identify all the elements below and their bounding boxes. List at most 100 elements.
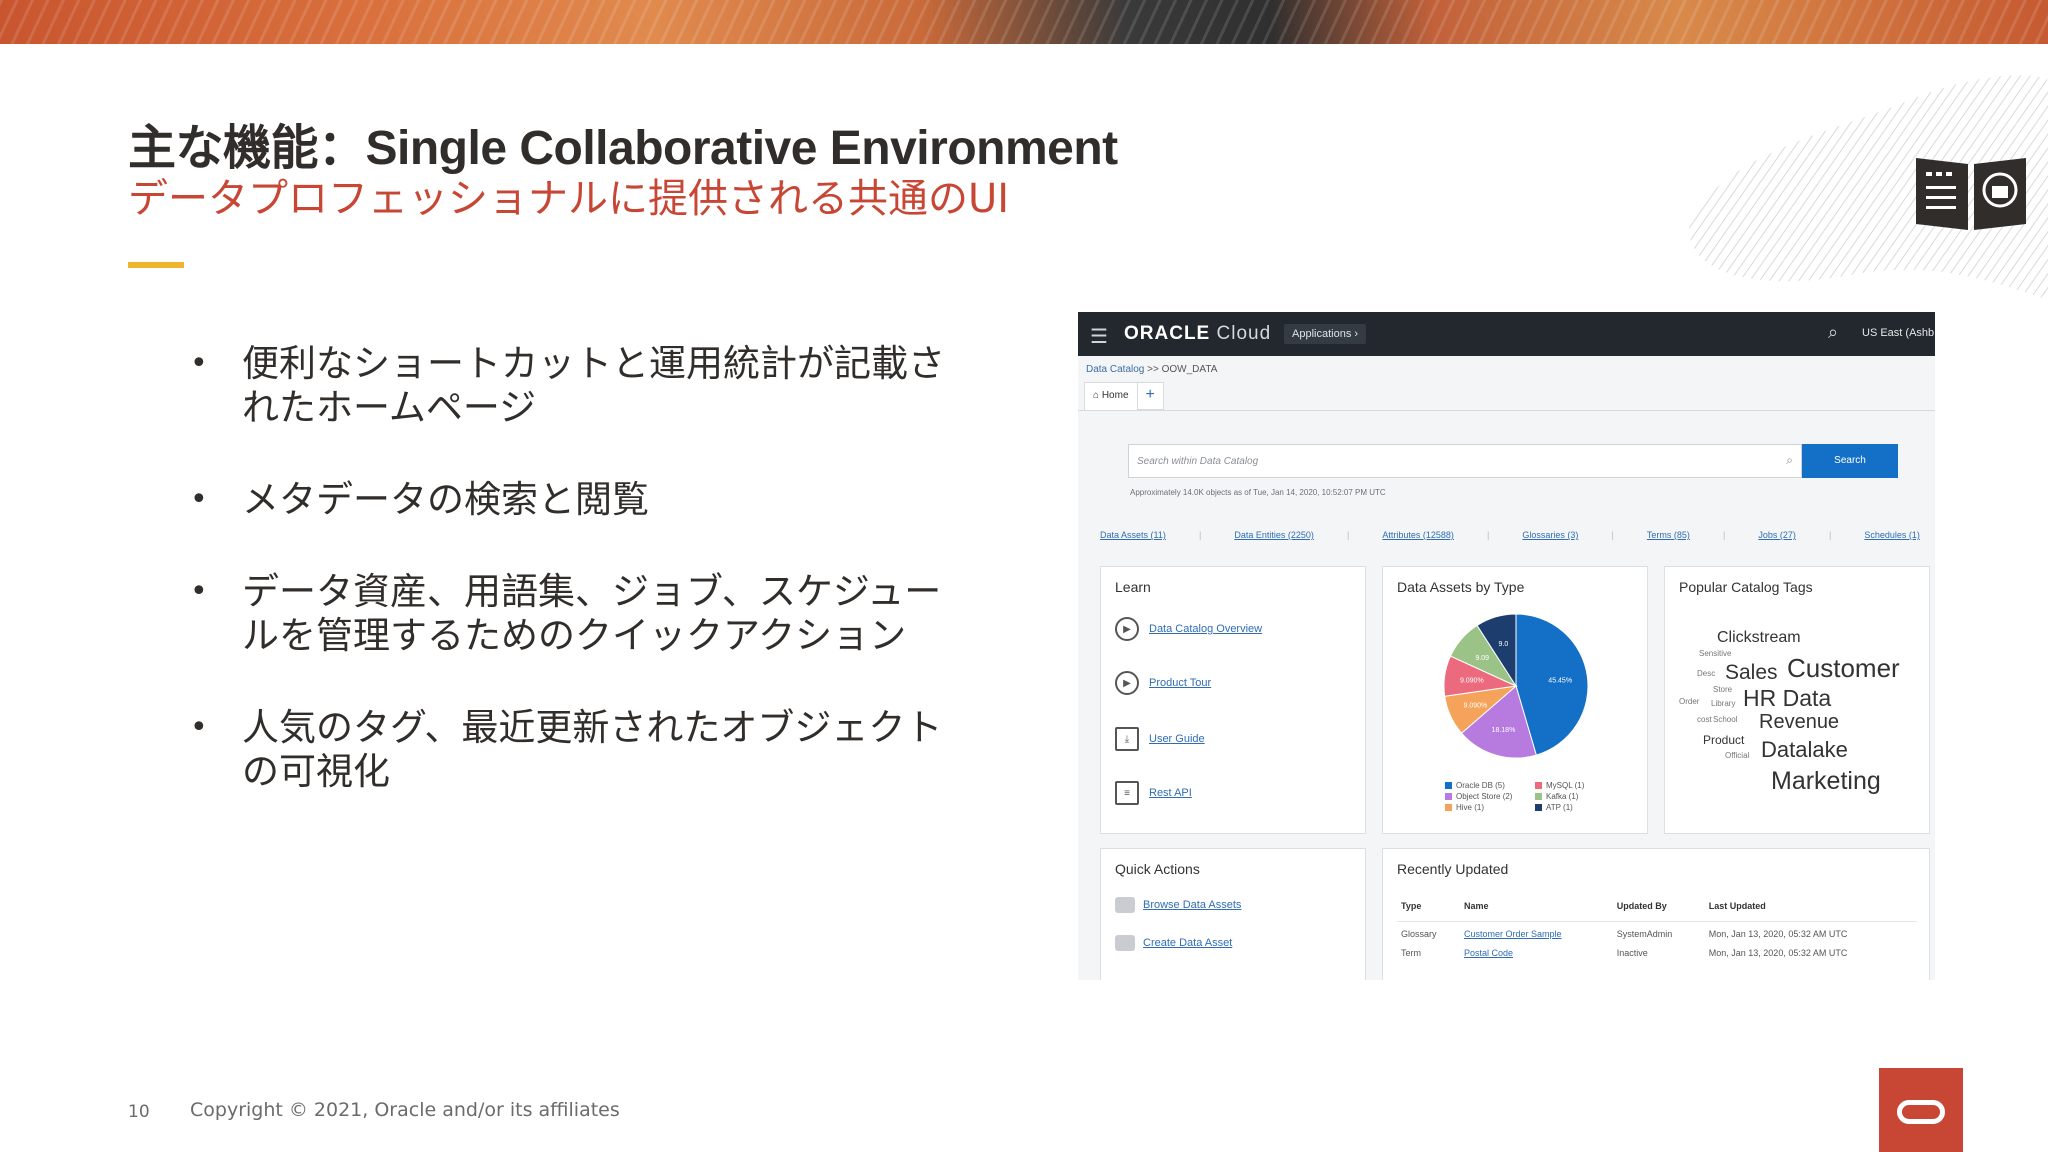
legend-item[interactable]: MySQL (1) bbox=[1535, 781, 1625, 790]
play-icon: ▶ bbox=[1115, 617, 1139, 641]
database-icon bbox=[1115, 897, 1135, 913]
play-icon: ▶ bbox=[1115, 671, 1139, 695]
pie-slice-label: 45.45% bbox=[1548, 678, 1572, 685]
oracle-cloud-logo[interactable]: ORACLE Cloud bbox=[1124, 323, 1271, 345]
tag-item[interactable]: Desc bbox=[1697, 669, 1715, 678]
count-link-terms[interactable]: Terms (85) bbox=[1647, 530, 1690, 540]
data-catalog-book-icon bbox=[1916, 158, 2026, 230]
tag-item[interactable]: Clickstream bbox=[1717, 629, 1801, 647]
legend-item[interactable]: Oracle DB (5) bbox=[1445, 781, 1535, 790]
recently-updated-title: Recently Updated bbox=[1397, 861, 1509, 877]
region-selector[interactable]: US East (Ashb bbox=[1862, 327, 1934, 339]
count-link-data-assets[interactable]: Data Assets (11) bbox=[1100, 530, 1166, 540]
learn-card: Learn ▶ Data Catalog Overview ▶ Product To… bbox=[1100, 566, 1366, 834]
quick-action-item[interactable]: Browse Data Assets bbox=[1115, 897, 1241, 913]
catalog-search-input[interactable]: Search within Data Catalog ⌕ bbox=[1128, 444, 1802, 478]
tag-item[interactable]: Store bbox=[1713, 685, 1732, 694]
tag-item[interactable]: Datalake bbox=[1761, 737, 1848, 763]
data-catalog-screenshot: ☰ ORACLE Cloud Applications › ⌕ US East … bbox=[1078, 312, 1935, 980]
count-link-data-entities[interactable]: Data Entities (2250) bbox=[1234, 530, 1314, 540]
legend-label: MySQL (1) bbox=[1546, 781, 1585, 790]
legend-swatch bbox=[1535, 804, 1542, 812]
search-icon[interactable]: ⌕ bbox=[1828, 322, 1838, 343]
tag-item[interactable]: School bbox=[1713, 715, 1737, 724]
pie-slice-label: 18.18% bbox=[1492, 727, 1516, 734]
feature-item: • 便利なショートカットと運用統計が記載されたホームページ bbox=[190, 342, 945, 429]
learn-title: Learn bbox=[1115, 579, 1151, 595]
page-number: 10 bbox=[128, 1102, 150, 1122]
learn-item[interactable]: ▶ Data Catalog Overview bbox=[1115, 617, 1262, 641]
legend-swatch bbox=[1445, 793, 1452, 801]
home-icon: ⌂ bbox=[1093, 390, 1100, 401]
tag-item[interactable]: Library bbox=[1711, 699, 1735, 708]
data-assets-chart-card: Data Assets by Type 45.45% 18.18% 9.090% 9.… bbox=[1382, 566, 1648, 834]
legend-label: ATP (1) bbox=[1546, 803, 1573, 812]
table-header-row: Type Name Updated By Last Updated bbox=[1397, 897, 1917, 922]
add-tab-button[interactable]: + bbox=[1137, 382, 1164, 410]
legend-swatch bbox=[1535, 793, 1542, 801]
copyright-notice: Copyright © 2021, Oracle and/or its affi… bbox=[190, 1099, 620, 1121]
slide-subtitle: データプロフェッショナルに提供される共通のUI bbox=[128, 176, 1010, 222]
chart-title: Data Assets by Type bbox=[1397, 579, 1525, 595]
legend-item[interactable]: Hive (1) bbox=[1445, 803, 1535, 812]
legend-item[interactable]: Kafka (1) bbox=[1535, 792, 1625, 801]
legend-item[interactable]: Object Store (2) bbox=[1445, 792, 1535, 801]
breadcrumb-current: OOW_DATA bbox=[1161, 364, 1218, 375]
recently-updated-table: Type Name Updated By Last Updated Glossa… bbox=[1397, 897, 1917, 960]
tab-bar: ⌂ Home + bbox=[1084, 382, 1164, 410]
popular-tags-card: Popular Catalog Tags Clickstream Sensiti… bbox=[1664, 566, 1930, 834]
legend-item[interactable]: ATP (1) bbox=[1535, 803, 1625, 812]
tag-item[interactable]: Official bbox=[1725, 751, 1749, 760]
tag-item[interactable]: Marketing bbox=[1771, 767, 1881, 796]
item-name-link[interactable]: Postal Code bbox=[1460, 941, 1613, 960]
hamburger-menu-icon[interactable]: ☰ bbox=[1090, 324, 1108, 349]
recently-updated-card: Recently Updated Type Name Updated By La… bbox=[1382, 848, 1930, 980]
tag-item[interactable]: HR Data bbox=[1743, 685, 1831, 712]
tag-item[interactable]: Revenue bbox=[1759, 711, 1839, 734]
chart-legend: Oracle DB (5) MySQL (1) Object Store (2) Ka… bbox=[1445, 781, 1625, 812]
tag-item[interactable]: Sensitive bbox=[1699, 649, 1731, 658]
learn-item[interactable]: ▶ Product Tour bbox=[1115, 671, 1211, 695]
data-assets-pie-chart: 45.45% 18.18% 9.090% 9.090% 9.09 9.0 bbox=[1443, 613, 1589, 759]
legend-label: Oracle DB (5) bbox=[1456, 781, 1505, 790]
count-link-attributes[interactable]: Attributes (12588) bbox=[1382, 530, 1454, 540]
tag-item[interactable]: Customer bbox=[1787, 653, 1900, 684]
tab-home[interactable]: ⌂ Home bbox=[1084, 382, 1138, 410]
feature-item: • データ資産、用語集、ジョブ、スケジュールを管理するためのクイックアクション bbox=[190, 570, 942, 657]
breadcrumb: Data Catalog >> OOW_DATA bbox=[1086, 364, 1218, 375]
count-link-schedules[interactable]: Schedules (1) bbox=[1864, 530, 1920, 540]
learn-item[interactable]: ⤓ User Guide bbox=[1115, 727, 1205, 751]
count-link-jobs[interactable]: Jobs (27) bbox=[1758, 530, 1796, 540]
learn-item[interactable]: ≡ Rest API bbox=[1115, 781, 1192, 805]
column-header[interactable]: Last Updated bbox=[1704, 897, 1917, 922]
legend-swatch bbox=[1535, 782, 1542, 790]
search-button[interactable]: Search bbox=[1802, 444, 1898, 478]
tag-item[interactable]: Order bbox=[1679, 697, 1699, 706]
applications-menu[interactable]: Applications › bbox=[1284, 324, 1367, 344]
oracle-logo-icon bbox=[1879, 1068, 1963, 1152]
column-header[interactable]: Name bbox=[1460, 897, 1613, 922]
item-name-link[interactable]: Customer Order Sample bbox=[1460, 922, 1613, 942]
table-row: Term Postal Code Inactive Mon, Jan 13, 2… bbox=[1397, 941, 1917, 960]
bullet-dot-icon: • bbox=[190, 710, 208, 745]
feature-item: • メタデータの検索と閲覧 bbox=[190, 478, 649, 521]
quick-actions-card: Quick Actions Browse Data Assets Create … bbox=[1100, 848, 1366, 980]
tag-item[interactable]: cost bbox=[1697, 715, 1712, 724]
popular-tags-title: Popular Catalog Tags bbox=[1679, 579, 1813, 595]
breadcrumb-root[interactable]: Data Catalog bbox=[1086, 364, 1144, 375]
column-header[interactable]: Type bbox=[1397, 897, 1460, 922]
quick-action-item[interactable]: Create Data Asset bbox=[1115, 935, 1232, 951]
count-link-glossaries[interactable]: Glossaries (3) bbox=[1522, 530, 1578, 540]
column-header[interactable]: Updated By bbox=[1612, 897, 1705, 922]
tag-item[interactable]: Product bbox=[1703, 733, 1744, 747]
table-row: Glossary Customer Order Sample SystemAdm… bbox=[1397, 922, 1917, 942]
tag-item[interactable]: Sales bbox=[1725, 661, 1778, 685]
pie-slice-label: 9.090% bbox=[1464, 703, 1488, 710]
pdf-icon: ⤓ bbox=[1115, 727, 1139, 751]
bullet-dot-icon: • bbox=[190, 574, 208, 609]
legend-label: Object Store (2) bbox=[1456, 792, 1513, 801]
object-count-status: Approximately 14.0K objects as of Tue, J… bbox=[1130, 488, 1386, 497]
top-decoration-band bbox=[0, 0, 2048, 44]
feature-list: • 便利なショートカットと運用統計が記載されたホームページ • メタデータの検索と閲… bbox=[190, 342, 950, 842]
bullet-dot-icon: • bbox=[190, 482, 208, 517]
